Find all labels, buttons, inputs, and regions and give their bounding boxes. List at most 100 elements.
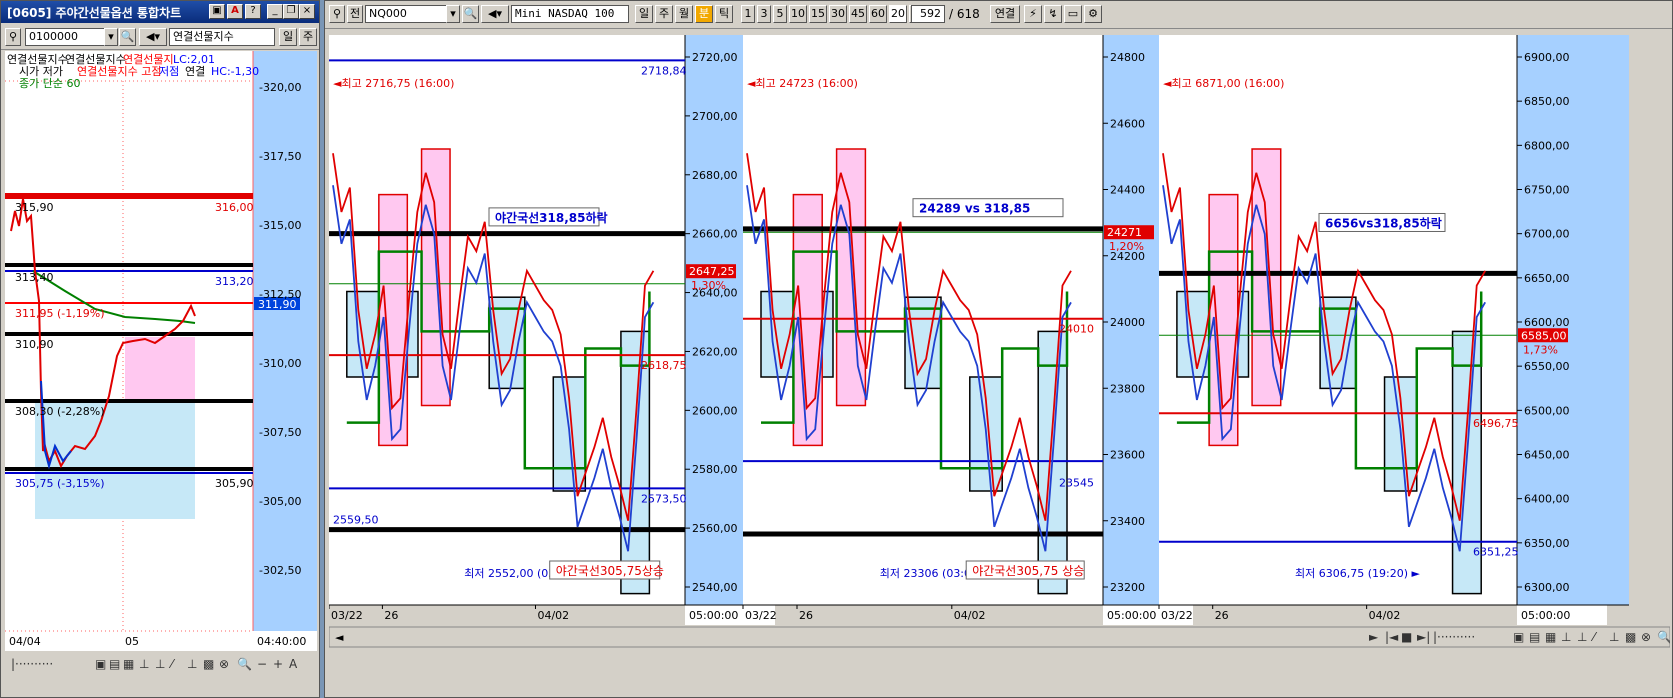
nq-dropdown-icon[interactable]: ▾	[446, 5, 460, 23]
tool-icon-2[interactable]: ■	[1401, 630, 1412, 644]
interval-button-1[interactable]: 1	[741, 5, 755, 23]
text-tool-icon[interactable]: A	[289, 657, 298, 671]
interval-button-45[interactable]: 45	[849, 5, 867, 23]
y-axis-area	[253, 51, 317, 631]
tool-icon-14[interactable]: 🔍	[1657, 629, 1670, 644]
nq-search-icon[interactable]: 🔍	[462, 5, 479, 23]
level-label: 6351,25	[1473, 546, 1519, 559]
left-price-chart[interactable]: 연결선물지수연결선물지수연결선물지LC:2,01 시가 저가 연결선물지수 고점저…	[5, 51, 317, 675]
legend-item-2: 저점	[159, 65, 179, 78]
interval-button-5[interactable]: 5	[773, 5, 787, 23]
period-button-3[interactable]: 분	[695, 5, 713, 23]
svg-text:6656vs318,85하락: 6656vs318,85하락	[1325, 215, 1442, 230]
tool-icon-11[interactable]: ⊥	[1609, 630, 1619, 644]
scroll-left-icon[interactable]: ◄	[335, 631, 344, 644]
tool-icon-1[interactable]: |◄	[1385, 630, 1399, 644]
close-icon[interactable]: ×	[299, 4, 315, 19]
period-button-0[interactable]: 일	[635, 5, 653, 23]
minus-icon[interactable]: −	[257, 657, 267, 671]
right-bottom-toolstrip[interactable]: ◄►|◄■►||··········▣▤▦⊥⊥⁄⊥▩⊗🔍−+A	[329, 626, 1670, 648]
tool-icon-2[interactable]: ▤	[109, 657, 120, 671]
change-percent: 1,30%	[691, 279, 726, 292]
week-button[interactable]: 주	[299, 28, 317, 46]
nq-code-input[interactable]: NQ000	[365, 5, 447, 23]
pin-icon[interactable]: ⚲	[5, 28, 21, 46]
zoom-icon[interactable]: 🔍	[237, 656, 252, 671]
chart-tool-icon[interactable]: ⚡	[1024, 5, 1042, 23]
interval-button-15[interactable]: 15	[809, 5, 827, 23]
search-icon[interactable]: 🔍	[119, 28, 136, 46]
y-tick: 24000	[1110, 316, 1145, 329]
tool-icon-8[interactable]: ⊥	[1561, 630, 1571, 644]
nq-panel-1[interactable]: 2720,002700,002680,002660,002640,002620,…	[329, 35, 775, 625]
period-button-2[interactable]: 월	[675, 5, 693, 23]
nq-panel-2[interactable]: 2480024600244002420024000238002360023400…	[742, 35, 1193, 625]
restore-icon[interactable]: ❐	[283, 4, 299, 19]
window-icon[interactable]: ▣	[209, 4, 225, 19]
change-percent: 1,20%	[1109, 240, 1144, 253]
count-input[interactable]: 592	[911, 5, 945, 23]
pin-icon-right[interactable]: ⚲	[329, 5, 345, 23]
svg-text:야간국선305,75 상승: 야간국선305,75 상승	[972, 564, 1084, 578]
settings-gear-icon[interactable]: ⚙	[1084, 5, 1102, 23]
tool-icon-9[interactable]: ⊥	[1577, 630, 1587, 644]
trend-tool-icon[interactable]: ↯	[1044, 5, 1062, 23]
interval-button-60[interactable]: 60	[869, 5, 887, 23]
alert-icon[interactable]: A	[227, 4, 243, 19]
y-tick: 6750,00	[1524, 184, 1570, 197]
tool-icon-7[interactable]: ▦	[1545, 630, 1556, 644]
save-icon[interactable]: ▭	[1064, 5, 1082, 23]
tool-icon-5[interactable]: ⊥	[155, 657, 165, 671]
x-tick-2: 05	[125, 635, 139, 648]
x-tick: 26	[799, 609, 813, 622]
nq-symbol-field[interactable]: Mini NASDAQ 100	[511, 5, 629, 23]
symbol-name-field[interactable]: 연결선물지수	[169, 28, 275, 46]
tool-icon-13[interactable]: ⊗	[1641, 630, 1651, 644]
level-label: 2573,50	[641, 492, 687, 505]
link-button-label: 연결	[994, 7, 1016, 20]
zoom-slider-icon[interactable]: |··········	[11, 657, 53, 671]
code-input[interactable]: 0100000	[25, 28, 105, 46]
range-zone-3	[488, 296, 526, 390]
interval-button-10[interactable]: 10	[789, 5, 807, 23]
nq-speaker-icon[interactable]: ◀▾	[481, 5, 509, 23]
tool-icon-1[interactable]: ▣	[95, 657, 106, 671]
minimize-icon[interactable]: _	[267, 4, 283, 19]
nq-panel-3[interactable]: 6900,00 6850,00 6800,00 6750,00 6700,00 6650,…	[1158, 35, 1629, 625]
label-l2: 316,00	[215, 201, 254, 214]
period-button-1[interactable]: 주	[655, 5, 673, 23]
tool-icon-3[interactable]: ▦	[123, 657, 134, 671]
y-tick: 2700,00	[692, 110, 738, 123]
y-tick: 24600	[1110, 117, 1145, 130]
legend-ma60: 종가 단순 60	[19, 77, 80, 90]
day-button[interactable]: 일	[279, 28, 297, 46]
plus-icon[interactable]: +	[273, 657, 283, 671]
tool-icon-7[interactable]: ⊥	[187, 657, 197, 671]
current-price: 2647,25	[689, 265, 735, 278]
annotation-top: 야간국선318,85하락	[488, 207, 608, 227]
tool-icon-3[interactable]: ►|	[1417, 630, 1430, 644]
high-label: ◄최고 24723 (16:00)	[747, 77, 858, 90]
label-l6: 311,95 (-1,19%)	[15, 307, 104, 320]
code-value: 0100000	[29, 30, 78, 43]
y-tick: 2600,00	[692, 404, 738, 417]
tool-icon-4[interactable]: ⊥	[139, 657, 149, 671]
nasdaq-multi-chart[interactable]: 2720,002700,002680,002660,002640,002620,…	[329, 35, 1670, 697]
tool-icon-12[interactable]: ▩	[1625, 630, 1636, 644]
speaker-icon[interactable]: ◀▾	[139, 28, 167, 46]
tool-icon-8[interactable]: ▩	[203, 657, 214, 671]
tool-icon-4[interactable]: |··········	[1433, 630, 1475, 644]
tool-icon-6[interactable]: ▤	[1529, 630, 1540, 644]
right-chart-window: ⚲ 전 NQ000 ▾ 🔍 ◀▾ Mini NASDAQ 100 일주월분틱 1…	[324, 0, 1673, 698]
interval-button-3[interactable]: 3	[757, 5, 771, 23]
code-dropdown-icon[interactable]: ▾	[104, 28, 118, 46]
prev-button[interactable]: 전	[347, 5, 363, 23]
period-button-4[interactable]: 틱	[715, 5, 733, 23]
tool-icon-5[interactable]: ▣	[1513, 630, 1524, 644]
tool-icon-9[interactable]: ⊗	[219, 657, 229, 671]
help-icon[interactable]: ?	[245, 4, 261, 19]
tool-icon-0[interactable]: ►	[1369, 630, 1379, 644]
link-button[interactable]: 연결	[990, 5, 1020, 23]
interval-button-20[interactable]: 20	[889, 5, 907, 23]
interval-button-30[interactable]: 30	[829, 5, 847, 23]
